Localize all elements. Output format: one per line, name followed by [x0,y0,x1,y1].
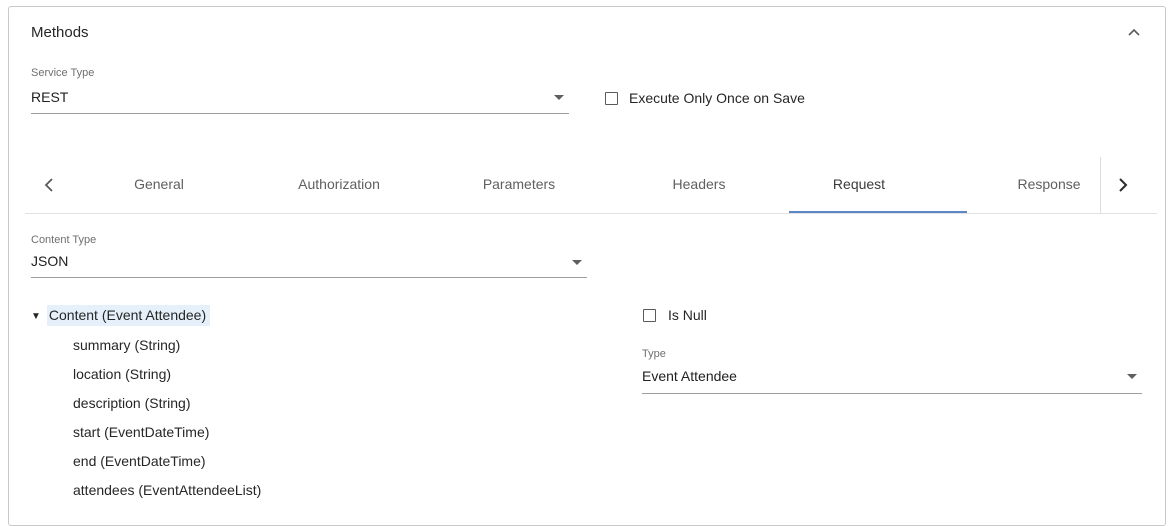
type-underline [642,393,1142,394]
tab-scroll-divider [1100,157,1101,213]
active-tab-indicator [789,211,967,213]
panel-title: Methods [31,24,89,41]
dropdown-caret-icon [554,95,564,100]
chevron-right-icon[interactable] [1117,177,1129,193]
type-label: Type [642,348,666,360]
type-select[interactable]: Type Event Attendee [642,348,1142,394]
execute-once-label[interactable]: Execute Only Once on Save [629,90,805,106]
service-type-value: REST [31,89,69,105]
tab-parameters[interactable]: Parameters [454,176,584,192]
is-null-checkbox[interactable] [643,309,656,322]
tree-root-row[interactable]: ▼ Content (Event Attendee) [31,305,211,326]
triangle-down-icon[interactable]: ▼ [31,311,41,322]
tab-request[interactable]: Request [799,176,919,192]
service-type-label: Service Type [31,67,95,79]
methods-panel: Methods Service Type REST Execute Only O… [8,6,1166,526]
tree-item-location[interactable]: location (String) [73,366,171,382]
tree-item-end[interactable]: end (EventDateTime) [73,453,206,469]
service-type-select[interactable]: Service Type REST [31,67,569,115]
content-type-select[interactable]: Content Type JSON [31,234,587,278]
chevron-left-icon[interactable] [43,177,55,193]
tree-root-label[interactable]: Content (Event Attendee) [46,305,211,326]
dropdown-caret-icon [572,260,582,265]
chevron-up-icon[interactable] [1127,27,1141,37]
content-type-label: Content Type [31,234,97,246]
tabs-divider [25,213,1157,214]
content-type-underline [31,277,587,278]
content-type-value: JSON [31,253,69,269]
type-value: Event Attendee [642,368,737,384]
execute-once-checkbox[interactable] [605,92,618,105]
is-null-label[interactable]: Is Null [668,307,707,323]
tree-item-description[interactable]: description (String) [73,395,191,411]
tree-item-attendees[interactable]: attendees (EventAttendeeList) [73,482,261,498]
service-type-underline [31,113,569,114]
tab-headers[interactable]: Headers [639,176,759,192]
tab-response[interactable]: Response [999,176,1099,192]
tree-item-summary[interactable]: summary (String) [73,337,180,353]
tree-item-start[interactable]: start (EventDateTime) [73,424,209,440]
tab-general[interactable]: General [109,176,209,192]
dropdown-caret-icon [1127,374,1137,379]
tab-authorization[interactable]: Authorization [264,176,414,192]
